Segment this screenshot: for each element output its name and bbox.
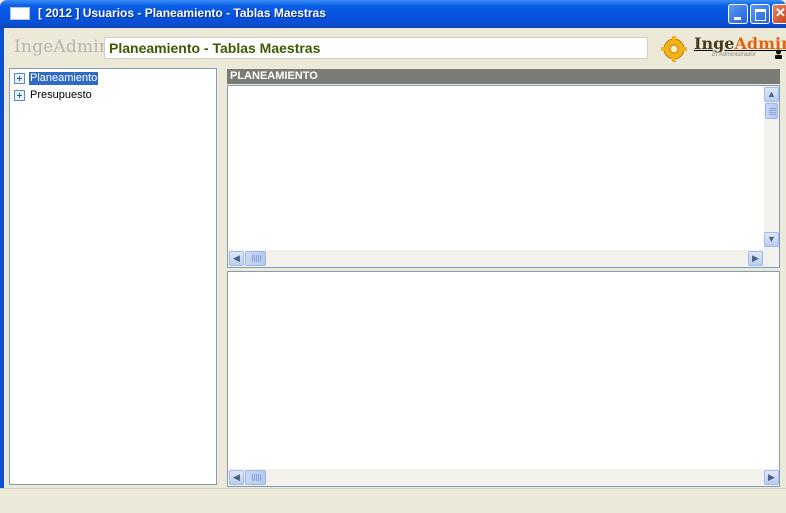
section-title: Planeamiento - Tablas Maestras: [109, 40, 321, 56]
close-button[interactable]: [772, 4, 786, 24]
section-title-box: Planeamiento - Tablas Maestras: [104, 37, 648, 59]
maximize-button[interactable]: [750, 4, 770, 24]
window-title: [ 2012 ] Usuarios - Planeamiento - Tabla…: [38, 6, 326, 20]
horizontal-scrollbar[interactable]: ◀ ▶: [228, 469, 779, 486]
app-header: IngeAdmin Planeamiento - Tablas Maestras…: [8, 28, 786, 62]
brand-logo: IngeAdmin El Administrador: [660, 34, 786, 62]
gear-icon: [661, 36, 687, 62]
scroll-left-button[interactable]: ◀: [229, 470, 244, 485]
minimize-button[interactable]: [728, 4, 748, 24]
tree-node-icon: [14, 73, 25, 84]
scroll-thumb[interactable]: [245, 251, 266, 266]
app-window-icon: [10, 7, 30, 20]
window-frame: [0, 28, 4, 512]
tree-item-label: Planeamiento: [29, 72, 99, 85]
scroll-down-button[interactable]: ▼: [764, 232, 779, 247]
bottom-data-grid[interactable]: ◀ ▶: [227, 271, 780, 487]
tree-node-icon: [14, 90, 25, 101]
status-bar: [0, 488, 786, 513]
ingeadmin-logo-text: IngeAdmin: [14, 37, 111, 57]
scroll-up-button[interactable]: ▲: [764, 87, 779, 102]
user-icon: [775, 49, 782, 59]
window-titlebar[interactable]: [ 2012 ] Usuarios - Planeamiento - Tabla…: [0, 0, 786, 28]
top-data-grid[interactable]: ▲ ▼ ◀ ▶: [227, 85, 780, 268]
brand-name-inge: Inge: [694, 34, 735, 53]
navigation-tree[interactable]: Planeamiento Presupuesto: [9, 68, 217, 485]
tree-item-label: Presupuesto: [30, 89, 92, 101]
scroll-right-button[interactable]: ▶: [764, 470, 779, 485]
scroll-left-button[interactable]: ◀: [229, 251, 244, 266]
scroll-right-button[interactable]: ▶: [748, 251, 763, 266]
vertical-scrollbar[interactable]: ▲ ▼: [764, 86, 779, 250]
brand-subtitle: El Administrador: [712, 52, 756, 58]
brand-name: IngeAdmin: [694, 34, 786, 53]
scroll-thumb[interactable]: [245, 470, 266, 485]
horizontal-scrollbar[interactable]: ◀ ▶: [228, 250, 779, 267]
scroll-thumb[interactable]: [765, 103, 778, 119]
panel-title: PLANEAMIENTO: [227, 69, 780, 84]
